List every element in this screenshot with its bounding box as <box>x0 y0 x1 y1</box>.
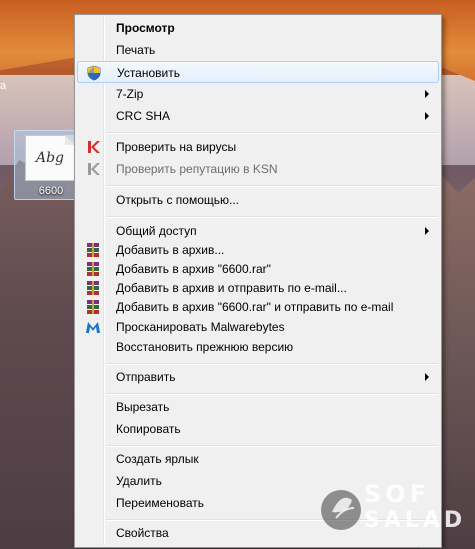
watermark-line1: SOF <box>364 480 431 508</box>
menu-item-label: Добавить в архив "6600.rar" <box>116 262 271 276</box>
softsalad-watermark: SOF SALAD <box>318 474 475 544</box>
menu-item-preview[interactable]: Просмотр <box>77 17 439 39</box>
menu-item-label: 7-Zip <box>116 87 144 101</box>
menu-item-label: Свойства <box>116 526 169 540</box>
menu-separator <box>106 216 438 218</box>
kaspersky-ksn-icon <box>85 161 101 177</box>
menu-item-label: Добавить в архив и отправить по e-mail..… <box>116 281 347 295</box>
menu-item-label: Просканировать Malwarebytes <box>116 320 285 334</box>
submenu-arrow-icon <box>425 90 429 98</box>
menu-separator <box>106 185 438 187</box>
file-thumbnail-text: Abg <box>35 150 65 166</box>
menu-item-label: Просмотр <box>116 21 175 35</box>
menu-item-copy[interactable]: Копировать <box>77 418 439 440</box>
menu-item-label: CRC SHA <box>116 109 171 123</box>
menu-item-add-archive-rar-email[interactable]: Добавить в архив "6600.rar" и отправить … <box>77 296 439 318</box>
menu-item-7zip[interactable]: 7-Zip <box>77 83 439 105</box>
menu-item-label: Добавить в архив "6600.rar" и отправить … <box>116 300 394 314</box>
menu-item-label: Создать ярлык <box>116 452 199 466</box>
winrar-icon <box>85 299 101 315</box>
menu-item-restore-version[interactable]: Восстановить прежнюю версию <box>77 336 439 358</box>
desktop-edge-text: а <box>0 80 7 92</box>
menu-item-malwarebytes[interactable]: Просканировать Malwarebytes <box>77 316 439 338</box>
submenu-arrow-icon <box>425 112 429 120</box>
menu-item-create-shortcut[interactable]: Создать ярлык <box>77 448 439 470</box>
menu-item-label: Проверить на вирусы <box>116 140 237 154</box>
kaspersky-icon <box>85 139 101 155</box>
watermark-leaf-icon <box>321 490 361 530</box>
submenu-arrow-icon <box>425 373 429 381</box>
menu-item-label: Переименовать <box>116 496 204 510</box>
menu-item-label: Отправить <box>116 370 176 384</box>
menu-item-print[interactable]: Печать <box>77 39 439 61</box>
menu-item-label: Открыть с помощью... <box>116 193 240 207</box>
uac-shield-icon <box>86 65 102 81</box>
menu-item-label: Вырезать <box>116 400 170 414</box>
menu-item-label: Проверить репутацию в KSN <box>116 162 278 176</box>
menu-item-label: Общий доступ <box>116 224 197 238</box>
menu-separator <box>106 132 438 134</box>
menu-item-crc-sha[interactable]: CRC SHA <box>77 105 439 127</box>
menu-item-label: Восстановить прежнюю версию <box>116 340 294 354</box>
malwarebytes-icon <box>85 319 101 335</box>
file-thumbnail: Abg <box>25 135 75 181</box>
menu-separator <box>106 393 438 395</box>
menu-item-label: Копировать <box>116 422 181 436</box>
menu-item-check-ksn[interactable]: Проверить репутацию в KSN <box>77 158 439 180</box>
menu-separator <box>106 445 438 447</box>
menu-item-label: Удалить <box>116 474 162 488</box>
winrar-icon <box>85 280 101 296</box>
menu-item-scan-viruses[interactable]: Проверить на вирусы <box>77 136 439 158</box>
context-menu: Просмотр Печать Установить 7-Zip CRC SHA <box>74 14 442 548</box>
menu-item-send-to[interactable]: Отправить <box>77 366 439 388</box>
menu-item-cut[interactable]: Вырезать <box>77 396 439 418</box>
watermark-line2: SALAD <box>364 508 467 533</box>
menu-item-open-with[interactable]: Открыть с помощью... <box>77 189 439 211</box>
menu-item-label: Добавить в архив... <box>116 243 225 257</box>
menu-separator <box>106 363 438 365</box>
menu-item-install[interactable]: Установить <box>77 61 439 83</box>
menu-item-label: Печать <box>116 43 156 57</box>
menu-item-label: Установить <box>117 66 180 80</box>
winrar-icon <box>85 261 101 277</box>
submenu-arrow-icon <box>425 227 429 235</box>
winrar-icon <box>85 242 101 258</box>
